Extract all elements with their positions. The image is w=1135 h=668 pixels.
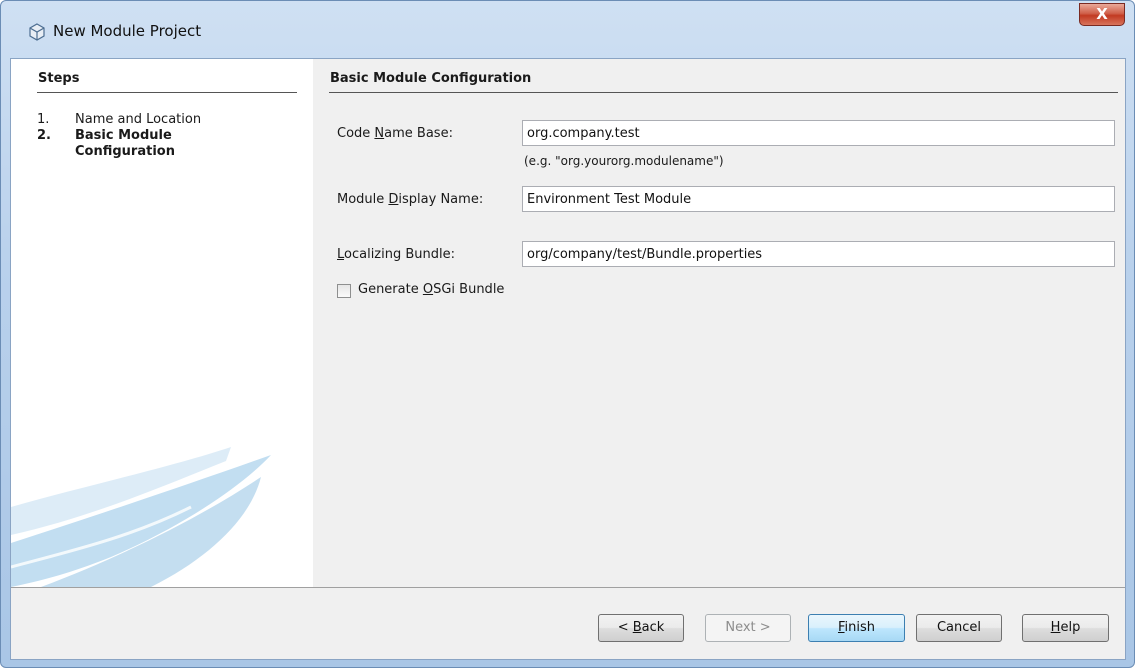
generate-osgi-checkbox[interactable] (337, 284, 351, 298)
section-divider (329, 92, 1118, 93)
window-title: New Module Project (53, 22, 202, 40)
title-bar[interactable]: New Module Project X (1, 1, 1134, 57)
steps-panel: Steps 1. Name and Location 2. Basic Modu… (11, 59, 313, 587)
display-name-label: Module Display Name: (337, 192, 484, 207)
configuration-panel: Basic Module Configuration Code Name Bas… (313, 59, 1125, 587)
next-button[interactable]: Next > (705, 614, 791, 642)
code-name-base-input[interactable] (522, 120, 1115, 146)
localizing-bundle-label: Localizing Bundle: (337, 247, 456, 262)
section-title: Basic Module Configuration (330, 71, 532, 86)
code-name-base-hint: (e.g. "org.yourorg.modulename") (524, 154, 724, 168)
back-button[interactable]: < Back (598, 614, 684, 642)
dialog-content: Steps 1. Name and Location 2. Basic Modu… (10, 58, 1126, 660)
steps-heading: Steps (38, 71, 80, 86)
generate-osgi-label[interactable]: Generate OSGi Bundle (358, 282, 504, 297)
step-label: Name and Location (75, 112, 202, 127)
step-number: 2. (37, 128, 51, 143)
step-label: Basic Module Configuration (75, 128, 175, 159)
close-button[interactable]: X (1079, 3, 1125, 26)
button-bar-divider (11, 587, 1125, 588)
step-number: 1. (37, 112, 50, 127)
display-name-input[interactable] (522, 186, 1115, 212)
netbeans-swoosh-decoration (11, 447, 271, 587)
dialog-window: New Module Project X Steps 1. Name and L… (0, 0, 1135, 668)
steps-divider (37, 92, 297, 93)
localizing-bundle-input[interactable] (522, 241, 1115, 267)
help-button[interactable]: Help (1022, 614, 1109, 642)
code-name-base-label: Code Name Base: (337, 126, 453, 141)
close-icon: X (1096, 5, 1108, 23)
finish-button[interactable]: Finish (808, 614, 905, 642)
cancel-button[interactable]: Cancel (916, 614, 1002, 642)
cube-icon (29, 23, 45, 41)
